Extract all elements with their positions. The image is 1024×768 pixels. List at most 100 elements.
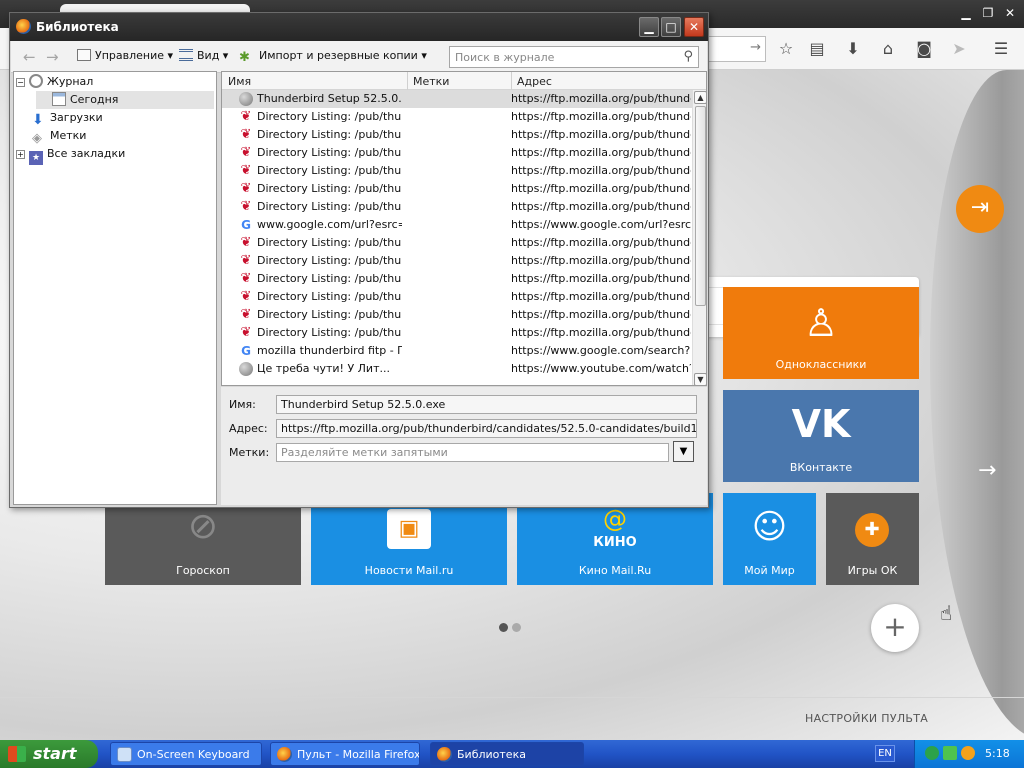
tile-odnoklassniki[interactable]: ♙ Одноклассники [723,287,919,379]
column-tags[interactable]: Метки [413,75,449,88]
row-address: https://ftp.mozilla.org/pub/thunde... [511,146,691,159]
tree-item-downloads[interactable]: ⬇ Загрузки [32,109,212,127]
table-row[interactable]: Це треба чути! У Лит... https://www.youtu… [222,360,692,378]
vertical-scrollbar[interactable]: ▲ ▼ [692,90,706,385]
library-titlebar[interactable]: Библиотека ▁ □ ✕ [10,13,708,41]
tile-moi-mir[interactable]: ☺ Мой Мир [723,493,816,585]
home-icon[interactable]: ⌂ [877,38,899,60]
table-row[interactable]: ❦ Directory Listing: /pub/thun... https://… [222,324,692,342]
system-tray: 5:18 [914,740,1024,768]
row-name: Directory Listing: /pub/thun... [257,110,402,123]
tile-vkontakte[interactable]: VK ВКонтакте [723,390,919,482]
table-row[interactable]: ❦ Directory Listing: /pub/thun... https://… [222,162,692,180]
tree-item-tags[interactable]: ◈ Метки [32,127,212,146]
table-row[interactable]: Gwww.google.com/url?esrc=... https://www.… [222,216,692,234]
search-placeholder: Поиск в журнале [455,51,555,64]
firefox-icon [437,747,452,762]
task-library[interactable]: Библиотека [430,742,584,766]
collapse-icon[interactable]: − [16,78,25,87]
back-arrow-icon[interactable]: ← [23,48,36,66]
search-icon[interactable]: ⚲ [683,49,693,64]
scroll-up-icon[interactable]: ▲ [694,91,706,104]
send-icon[interactable]: ➤ [948,38,970,60]
table-row[interactable]: ❦ Directory Listing: /pub/thun... https://… [222,198,692,216]
tile-label: Одноклассники [775,358,867,371]
vk-icon: VK [791,402,851,446]
history-search-input[interactable]: Поиск в журнале ⚲ [449,46,699,68]
minimize-button[interactable]: ▁ [639,17,659,37]
url-bar[interactable]: → [700,36,766,62]
mozilla-dino-icon: ❦ [240,235,252,250]
table-row[interactable]: ❦ Directory Listing: /pub/thun... https://… [222,126,692,144]
tree-item-all-bookmarks[interactable]: + ★ Все закладки [16,145,214,165]
table-row[interactable]: Gmozilla thunderbird fitp - По... https:/… [222,342,692,360]
task-firefox[interactable]: Пульт - Mozilla Firefox [270,742,420,766]
chevron-down-icon[interactable]: ▼ [673,441,694,462]
start-button[interactable]: start [0,740,98,768]
tile-label: Кино Mail.Ru [578,564,652,577]
page-dot-active[interactable] [499,623,508,632]
tree-item-today[interactable]: Сегодня [36,91,214,109]
column-separator[interactable] [511,72,512,90]
column-separator[interactable] [407,72,408,90]
row-address: https://ftp.mozilla.org/pub/thunde... [511,308,691,321]
google-icon: G [241,218,251,232]
tray-search-icon[interactable] [961,746,975,760]
scroll-down-icon[interactable]: ▼ [694,373,706,385]
import-backup-menu[interactable]: ✱ Импорт и резервные копии ▾ [239,49,427,65]
table-row[interactable]: ❦ Directory Listing: /pub/thun... https://… [222,270,692,288]
row-name: Thunderbird Setup 52.5.0.exe [257,92,402,105]
task-on-screen-keyboard[interactable]: On-Screen Keyboard [110,742,262,766]
forward-arrow-icon[interactable]: → [46,48,59,66]
scroll-thumb[interactable] [695,106,706,306]
go-arrow-icon[interactable]: → [750,40,761,55]
row-name: Це треба чути! У Лит... [257,362,390,375]
table-row[interactable]: ❦ Directory Listing: /pub/thun... https://… [222,144,692,162]
view-menu[interactable]: Вид ▾ [179,49,228,62]
organize-label: Управление [95,49,165,62]
maximize-button[interactable]: □ [661,17,681,37]
add-tile-button[interactable]: + [871,604,919,652]
restore-icon[interactable]: ❐ [977,4,999,22]
tile-label: Игры ОК [847,564,898,577]
login-icon[interactable]: ⇥ [956,185,1004,233]
row-name: Directory Listing: /pub/thun... [257,128,402,141]
next-page-arrow-icon[interactable]: → [978,458,996,483]
tree-item-history[interactable]: − Журнал [16,73,214,91]
pocket-icon[interactable]: ◙ [913,38,935,60]
column-name[interactable]: Имя [228,75,251,88]
table-row[interactable]: ❦ Directory Listing: /pub/thun... https://… [222,288,692,306]
tile-igry-ok[interactable]: ✚ Игры ОК [826,493,919,585]
table-row[interactable]: ❦ Directory Listing: /pub/thun... https://… [222,306,692,324]
expand-icon[interactable]: + [16,150,25,159]
library-toolbar: ← → Управление ▾ Вид ▾ ✱ Импорт и резервн… [11,41,707,73]
reading-list-icon[interactable]: ▤ [806,38,828,60]
tray-app-icon[interactable] [925,746,939,760]
organize-menu[interactable]: Управление ▾ [77,49,173,62]
row-name: mozilla thunderbird fitp - По... [257,344,402,357]
settings-link[interactable]: НАСТРОЙКИ ПУЛЬТА [805,712,928,725]
minimize-icon[interactable]: ▁ [955,4,977,22]
table-row[interactable]: Thunderbird Setup 52.5.0.exe https://ftp.… [222,90,692,108]
language-indicator[interactable]: EN [875,745,895,762]
tags-field[interactable]: Разделяйте метки запятыми [276,443,669,462]
address-field[interactable]: https://ftp.mozilla.org/pub/thunderbird/… [276,419,697,438]
column-address[interactable]: Адрес [517,75,552,88]
table-row[interactable]: ❦ Directory Listing: /pub/thun... https://… [222,180,692,198]
name-field[interactable]: Thunderbird Setup 52.5.0.exe [276,395,697,414]
bookmark-star-icon[interactable]: ☆ [775,38,797,60]
row-address: https://ftp.mozilla.org/pub/thunde... [511,128,691,141]
table-row[interactable]: ❦ Directory Listing: /pub/thun... https://… [222,108,692,126]
taskbar: start On-Screen Keyboard Пульт - Mozilla… [0,740,1024,768]
page-dots [499,622,525,635]
close-icon[interactable]: ✕ [999,4,1021,22]
tray-network-icon[interactable] [943,746,957,760]
menu-hamburger-icon[interactable]: ☰ [990,38,1012,60]
close-button[interactable]: ✕ [684,17,704,37]
downloads-icon[interactable]: ⬇ [842,38,864,60]
page-dot[interactable] [512,623,521,632]
row-address: https://ftp.mozilla.org/pub/thunde... [511,254,691,267]
table-row[interactable]: ❦ Directory Listing: /pub/thun... https://… [222,234,692,252]
table-row[interactable]: ❦ Directory Listing: /pub/thun... https://… [222,252,692,270]
clock: 5:18 [985,747,1010,760]
